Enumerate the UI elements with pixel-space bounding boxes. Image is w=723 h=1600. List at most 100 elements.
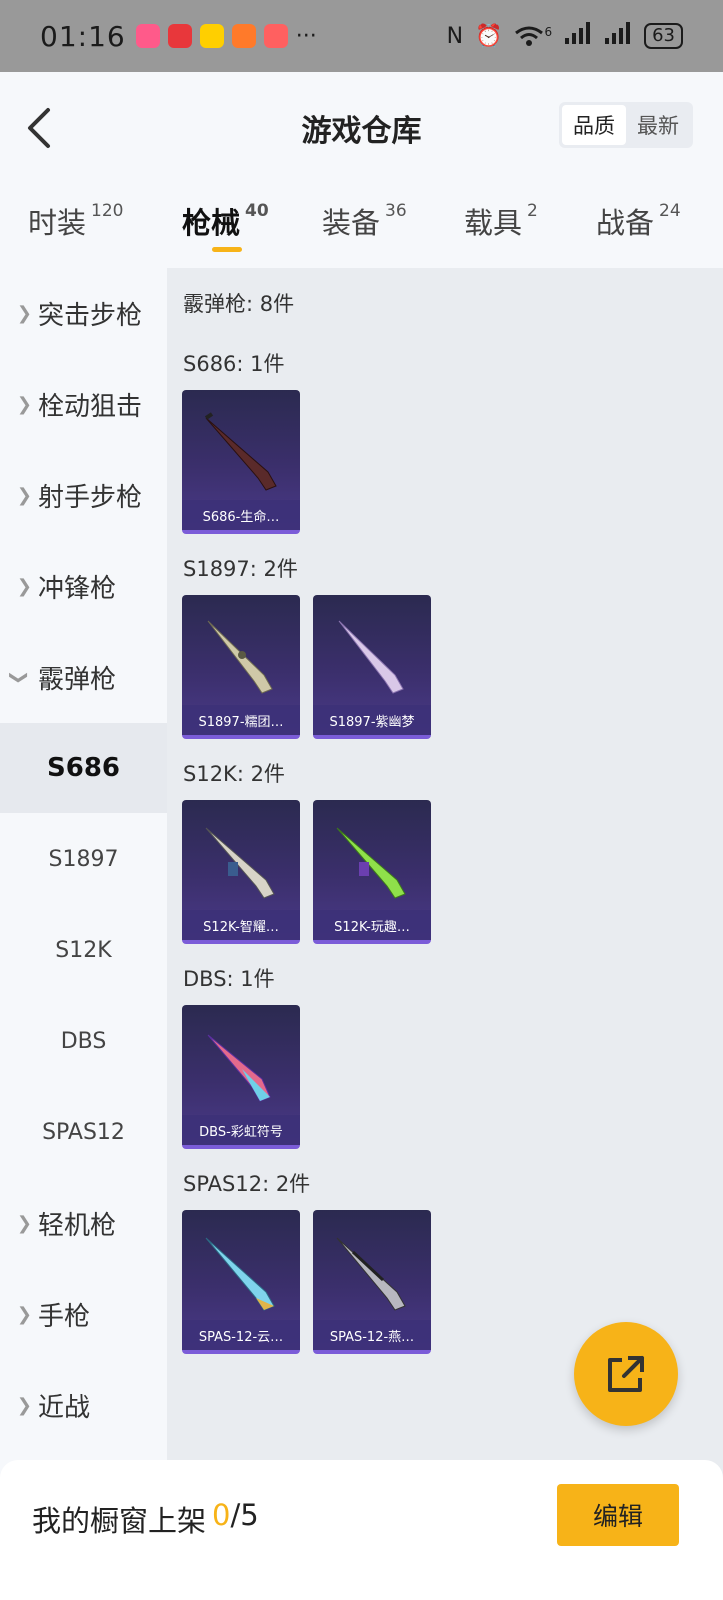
weapon-card[interactable]: SPAS-12-燕… — [313, 1210, 431, 1354]
battery-icon: 63 — [644, 23, 683, 49]
tab-equipment[interactable]: 装备 36 — [322, 200, 407, 242]
sort-toggle: 品质 最新 — [559, 102, 693, 148]
group-title: S1897: 2件 — [183, 557, 298, 581]
weapon-card-label: S12K-玩趣… — [313, 910, 431, 940]
tab-label: 载具 — [464, 206, 523, 240]
weapon-card[interactable]: SPAS-12-云… — [182, 1210, 300, 1354]
sidebar-item-label: 轻机枪 — [38, 1210, 117, 1241]
sidebar-item-melee[interactable]: ❯ 近战 — [0, 1360, 167, 1450]
tab-label: 装备 — [322, 206, 381, 240]
showcase-count: 0 — [212, 1498, 231, 1532]
shotgun-icon — [336, 827, 406, 899]
status-bar: 01:16 ··· N ⏰ 6 63 — [0, 0, 723, 72]
category-summary: 霰弹枪: 8件 — [183, 292, 295, 316]
showcase-status: 我的橱窗上架 0 /5 — [32, 1498, 259, 1540]
group-title: DBS: 1件 — [183, 967, 275, 991]
sidebar-item-pistol[interactable]: ❯ 手枪 — [0, 1269, 167, 1359]
weapon-card[interactable]: S12K-玩趣… — [313, 800, 431, 944]
shotgun-icon — [205, 827, 275, 899]
shotgun-icon — [207, 620, 273, 694]
tab-count: 24 — [659, 201, 681, 221]
sidebar-item-label: 栓动狙击 — [38, 391, 143, 422]
active-tab-indicator — [212, 247, 242, 252]
tab-label: 时装 — [28, 206, 87, 240]
edit-button[interactable]: 编辑 — [557, 1484, 679, 1546]
weapon-card-label: S12K-智耀… — [182, 910, 300, 940]
tab-fashion[interactable]: 时装 120 — [28, 200, 123, 242]
signal-icon — [604, 22, 632, 50]
sidebar-item-smg[interactable]: ❯ 冲锋枪 — [0, 541, 167, 631]
sidebar-subitem-dbs[interactable]: DBS — [0, 996, 167, 1086]
battery-level: 63 — [652, 25, 675, 46]
sidebar-item-label: 手枪 — [38, 1301, 91, 1332]
sidebar-item-label: 突击步枪 — [38, 300, 143, 331]
sidebar-item-bolt-sniper[interactable]: ❯ 栓动狙击 — [0, 359, 167, 449]
weapon-card-label: SPAS-12-云… — [182, 1320, 300, 1350]
status-time: 01:16 — [40, 19, 126, 53]
network-badge: 6 — [544, 25, 553, 39]
signal-icon — [564, 22, 592, 50]
more-notifications-icon: ··· — [295, 23, 317, 49]
shotgun-icon — [338, 620, 404, 694]
status-right: N ⏰ 6 63 — [447, 22, 683, 50]
weapon-card-label: DBS-彩虹符号 — [182, 1115, 300, 1145]
tab-label: 枪械 — [182, 206, 241, 240]
sidebar-item-label: 近战 — [38, 1392, 91, 1423]
chevron-right-icon: ❯ — [16, 484, 32, 506]
weapon-card-label: S1897-紫幽梦 — [313, 705, 431, 735]
weapon-card[interactable]: S12K-智耀… — [182, 800, 300, 944]
notif-app-icon — [199, 24, 224, 48]
weapon-card[interactable]: DBS-彩虹符号 — [182, 1005, 300, 1149]
notification-icons — [135, 24, 288, 48]
shotgun-icon — [205, 1237, 275, 1311]
sort-quality-button[interactable]: 品质 — [562, 105, 626, 145]
tab-label: 战备 — [596, 206, 655, 240]
sidebar-item-shotgun[interactable]: ❯ 霰弹枪 — [0, 632, 167, 722]
tab-combat-gear[interactable]: 战备 24 — [596, 200, 681, 242]
tab-count: 40 — [245, 201, 269, 221]
showcase-total: /5 — [230, 1498, 259, 1532]
chevron-right-icon: ❯ — [16, 1212, 32, 1234]
group-title: S686: 1件 — [183, 352, 285, 376]
sidebar-item-label: 冲锋枪 — [38, 573, 117, 604]
weapon-card-label: SPAS-12-燕… — [313, 1320, 431, 1350]
sidebar-subitem-s686[interactable]: S686 — [0, 723, 167, 813]
shotgun-icon — [204, 412, 277, 491]
sidebar-item-lmg[interactable]: ❯ 轻机枪 — [0, 1178, 167, 1268]
tab-firearms[interactable]: 枪械 40 — [182, 200, 269, 242]
weapon-card[interactable]: S1897-紫幽梦 — [313, 595, 431, 739]
sidebar-subitem-s12k[interactable]: S12K — [0, 905, 167, 995]
notif-app-icon — [231, 24, 256, 48]
chevron-down-icon: ❯ — [8, 669, 30, 685]
weapon-card[interactable]: S1897-糯团… — [182, 595, 300, 739]
sidebar-item-label: 霰弹枪 — [38, 664, 117, 695]
nfc-icon: N — [446, 23, 464, 49]
tab-count: 36 — [385, 201, 407, 221]
weapon-card[interactable]: S686-生命… — [182, 390, 300, 534]
chevron-right-icon: ❯ — [16, 393, 32, 415]
alarm-icon: ⏰ — [475, 23, 503, 49]
chevron-right-icon: ❯ — [16, 575, 32, 597]
showcase-label: 我的橱窗上架 — [32, 1504, 207, 1538]
content-panel: 霰弹枪: 8件 S686: 1件 S686-生命… S1897: 2件 S189… — [167, 268, 723, 1478]
chevron-right-icon: ❯ — [16, 302, 32, 324]
tab-vehicles[interactable]: 载具 2 — [464, 200, 538, 242]
notif-app-icon — [167, 24, 192, 48]
header: 游戏仓库 品质 最新 — [0, 72, 723, 180]
notif-app-icon — [263, 24, 288, 48]
sort-latest-button[interactable]: 最新 — [626, 105, 690, 145]
sidebar-item-marksman-rifle[interactable]: ❯ 射手步枪 — [0, 450, 167, 540]
sidebar-subitem-spas12[interactable]: SPAS12 — [0, 1087, 167, 1177]
group-title: S12K: 2件 — [183, 762, 285, 786]
sidebar-item-label: 射手步枪 — [38, 482, 143, 513]
sidebar-item-assault-rifle[interactable]: ❯ 突击步枪 — [0, 268, 167, 358]
notif-app-icon — [135, 24, 160, 48]
sidebar-subitem-s1897[interactable]: S1897 — [0, 814, 167, 904]
share-icon — [608, 1356, 644, 1392]
weapon-card-label: S686-生命… — [182, 500, 300, 530]
shotgun-icon — [207, 1034, 271, 1102]
group-title: SPAS12: 2件 — [183, 1172, 311, 1196]
bottom-bar: 我的橱窗上架 0 /5 编辑 — [0, 1460, 723, 1600]
share-button[interactable] — [574, 1322, 678, 1426]
shotgun-icon — [336, 1237, 406, 1311]
